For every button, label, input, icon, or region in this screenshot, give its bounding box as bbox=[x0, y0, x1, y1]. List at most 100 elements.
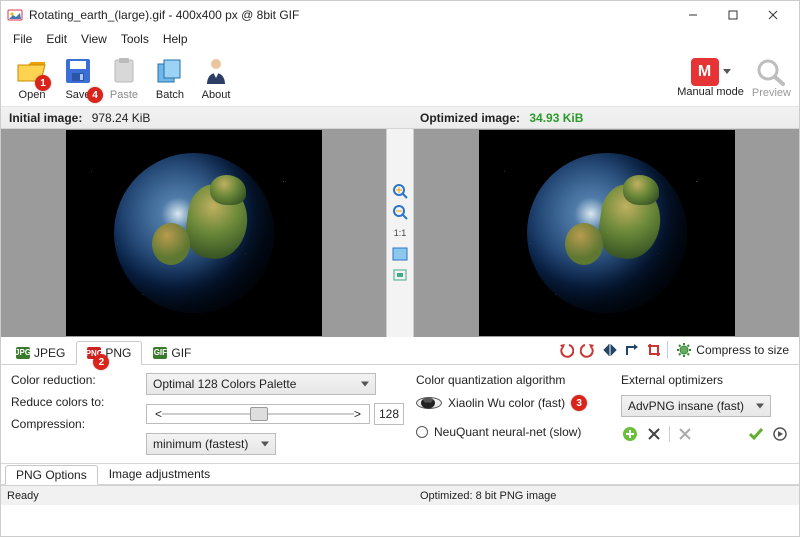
jpeg-badge-icon: JPG bbox=[16, 347, 30, 359]
gear-icon bbox=[676, 342, 692, 358]
window-title: Rotating_earth_(large).gif - 400x400 px … bbox=[29, 8, 673, 22]
zoom-1to1-button[interactable]: 1:1 bbox=[391, 224, 409, 242]
ext-header: External optimizers bbox=[621, 373, 789, 387]
radio-dot-icon bbox=[416, 397, 442, 409]
batch-icon bbox=[153, 54, 187, 88]
png-options-panel: Color reduction: Reduce colors to: Compr… bbox=[1, 365, 799, 463]
maximize-button[interactable] bbox=[713, 3, 753, 27]
open-button[interactable]: Open 1 bbox=[9, 54, 55, 101]
pan-button[interactable] bbox=[391, 266, 409, 284]
optimized-value: 34.93 KiB bbox=[529, 111, 583, 125]
center-tools: 1:1 bbox=[386, 129, 414, 337]
callout-open: 1 bbox=[35, 75, 51, 91]
reduce-colors-slider[interactable]: < > bbox=[146, 404, 370, 424]
tab-png-label: PNG bbox=[105, 346, 131, 360]
minimize-button[interactable] bbox=[673, 3, 713, 27]
color-reduction-select[interactable]: Optimal 128 Colors Palette bbox=[146, 373, 376, 395]
tab-jpeg[interactable]: JPG JPEG bbox=[5, 341, 76, 365]
magnifier-icon bbox=[755, 57, 787, 87]
tab-jpeg-label: JPEG bbox=[34, 346, 65, 360]
optimized-image bbox=[479, 130, 735, 336]
color-reduction-label: Color reduction: bbox=[11, 373, 136, 387]
radio-neuquant[interactable]: NeuQuant neural-net (slow) bbox=[416, 425, 611, 439]
about-label: About bbox=[202, 89, 231, 101]
radio-xiaolin-label: Xiaolin Wu color (fast) bbox=[448, 396, 565, 410]
undo-button[interactable] bbox=[557, 341, 575, 359]
ext-add-button[interactable] bbox=[621, 425, 639, 443]
status-ready: Ready bbox=[7, 490, 400, 502]
titlebar: Rotating_earth_(large).gif - 400x400 px … bbox=[1, 1, 799, 29]
quant-header: Color quantization algorithm bbox=[416, 373, 611, 387]
toolbar: Open 1 Save 4 Paste Batch About M Manual… bbox=[1, 49, 799, 107]
mode-button[interactable]: M Manual mode bbox=[677, 58, 744, 98]
ext-optimizer-select[interactable]: AdvPNG insane (fast) bbox=[621, 395, 771, 417]
paste-button: Paste bbox=[101, 54, 147, 101]
slider-right-icon: > bbox=[354, 407, 361, 421]
format-tabs: JPG JPEG PNG PNG 2 GIF GIF Compress to s… bbox=[1, 337, 799, 365]
redo-button[interactable] bbox=[579, 341, 597, 359]
subtab-png-options[interactable]: PNG Options bbox=[5, 465, 98, 485]
initial-value: 978.24 KiB bbox=[92, 111, 151, 125]
mode-label: Manual mode bbox=[677, 86, 744, 98]
initial-label: Initial image: bbox=[9, 111, 82, 125]
viewer: 1:1 bbox=[1, 129, 799, 337]
earth-globe bbox=[114, 153, 274, 313]
menu-edit[interactable]: Edit bbox=[40, 31, 73, 47]
reduce-colors-value[interactable]: 128 bbox=[374, 403, 404, 425]
save-button[interactable]: Save 4 bbox=[55, 54, 101, 101]
earth-globe-opt bbox=[527, 153, 687, 313]
flip-h-button[interactable] bbox=[601, 341, 619, 359]
ext-apply-button[interactable] bbox=[747, 425, 765, 443]
zoom-in-button[interactable] bbox=[391, 182, 409, 200]
rotate-button[interactable] bbox=[623, 341, 641, 359]
ext-remove-button[interactable] bbox=[645, 425, 663, 443]
preview-label: Preview bbox=[752, 87, 791, 99]
radio-neuquant-label: NeuQuant neural-net (slow) bbox=[434, 425, 581, 439]
ext-run-button[interactable] bbox=[771, 425, 789, 443]
gif-badge-icon: GIF bbox=[153, 347, 167, 359]
optimized-pane[interactable] bbox=[414, 129, 799, 337]
batch-button[interactable]: Batch bbox=[147, 54, 193, 101]
app-icon bbox=[7, 7, 23, 23]
ext-settings-button[interactable] bbox=[676, 425, 694, 443]
slider-left-icon: < bbox=[155, 407, 162, 421]
optimized-label: Optimized image: bbox=[420, 111, 520, 125]
initial-image bbox=[66, 130, 322, 336]
reduce-colors-label: Reduce colors to: bbox=[11, 395, 136, 409]
compression-label: Compression: bbox=[11, 417, 136, 431]
save-floppy-icon bbox=[61, 54, 95, 88]
initial-pane[interactable] bbox=[1, 129, 386, 337]
crop-button[interactable] bbox=[645, 341, 663, 359]
about-person-icon bbox=[199, 54, 233, 88]
preview-button: Preview bbox=[752, 57, 791, 99]
zoom-out-button[interactable] bbox=[391, 203, 409, 221]
status-bar: Ready Optimized: 8 bit PNG image bbox=[1, 485, 799, 505]
subtab-image-adjustments[interactable]: Image adjustments bbox=[98, 464, 221, 484]
radio-xiaolin[interactable]: Xiaolin Wu color (fast) 3 bbox=[416, 395, 611, 411]
right-actions: Compress to size bbox=[557, 341, 793, 359]
compression-select[interactable]: minimum (fastest) bbox=[146, 433, 276, 455]
menu-file[interactable]: File bbox=[7, 31, 38, 47]
compress-label: Compress to size bbox=[696, 343, 789, 357]
radio-empty-icon bbox=[416, 426, 428, 438]
menu-tools[interactable]: Tools bbox=[115, 31, 155, 47]
menu-help[interactable]: Help bbox=[157, 31, 194, 47]
status-center: Optimized: 8 bit PNG image bbox=[400, 490, 793, 502]
tab-gif-label: GIF bbox=[171, 346, 191, 360]
chevron-down-icon bbox=[723, 69, 731, 75]
compress-to-size-button[interactable]: Compress to size bbox=[672, 342, 793, 358]
menubar: File Edit View Tools Help bbox=[1, 29, 799, 49]
fit-button[interactable] bbox=[391, 245, 409, 263]
manual-badge-icon: M bbox=[691, 58, 719, 86]
close-button[interactable] bbox=[753, 3, 793, 27]
tab-gif[interactable]: GIF GIF bbox=[142, 341, 202, 365]
batch-label: Batch bbox=[156, 89, 184, 101]
sub-tabs: PNG Options Image adjustments bbox=[1, 463, 799, 485]
clipboard-icon bbox=[107, 54, 141, 88]
about-button[interactable]: About bbox=[193, 54, 239, 101]
callout-xiaolin: 3 bbox=[571, 395, 587, 411]
size-bar: Initial image: 978.24 KiB Optimized imag… bbox=[1, 107, 799, 129]
paste-label: Paste bbox=[110, 89, 138, 101]
tab-png[interactable]: PNG PNG 2 bbox=[76, 341, 142, 365]
menu-view[interactable]: View bbox=[75, 31, 113, 47]
